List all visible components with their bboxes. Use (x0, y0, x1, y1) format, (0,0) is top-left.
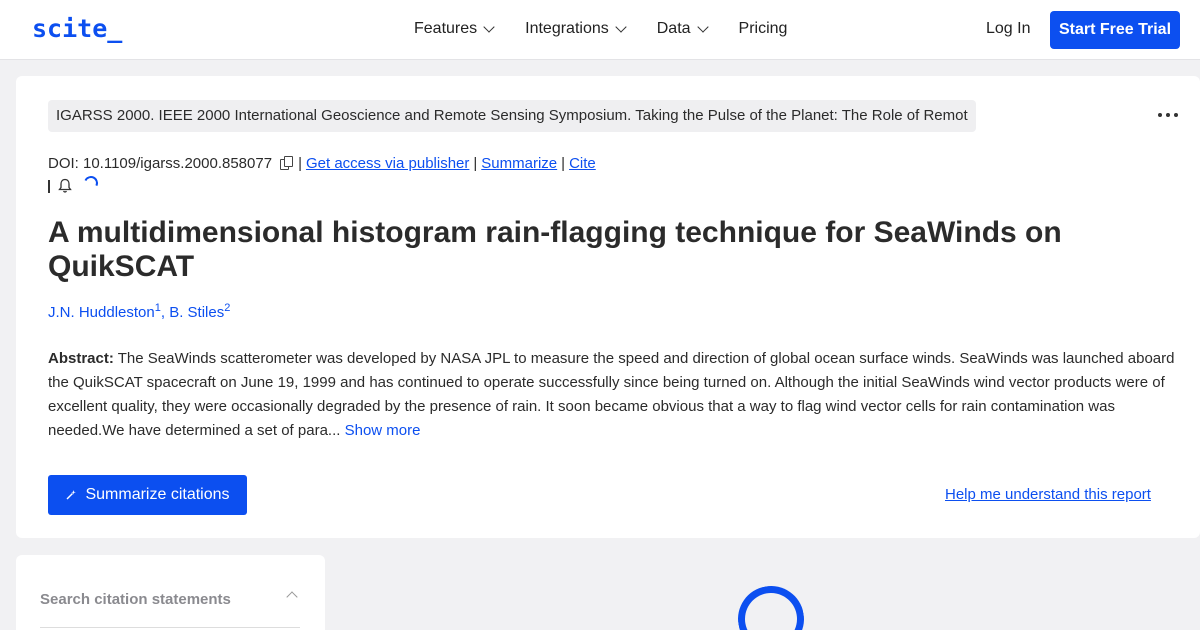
abstract-text: The SeaWinds scatterometer was developed… (48, 350, 1175, 439)
summarize-link[interactable]: Summarize (481, 155, 557, 172)
venue-badge: IGARSS 2000. IEEE 2000 International Geo… (48, 100, 976, 132)
summarize-citations-button[interactable]: Summarize citations (48, 475, 247, 515)
author-list: J.N. Huddleston1, B. Stiles2 (48, 302, 231, 321)
search-citation-heading: Search citation statements (40, 591, 231, 608)
doi-row: DOI: 10.1109/igarss.2000.858077 | Get ac… (48, 155, 596, 172)
nav-data[interactable]: Data (656, 20, 709, 38)
paper-title: A multidimensional histogram rain-flaggi… (48, 216, 1062, 283)
loading-spinner-icon (732, 580, 810, 630)
bell-icon[interactable] (57, 178, 72, 194)
show-more-link[interactable]: Show more (345, 422, 421, 439)
report-card: IGARSS 2000. IEEE 2000 International Geo… (16, 76, 1200, 538)
chevron-down-icon (615, 20, 627, 33)
get-access-link[interactable]: Get access via publisher (306, 155, 469, 172)
chevron-down-icon (483, 20, 495, 33)
main-nav: Features Integrations Data Pricing (414, 20, 819, 38)
nav-data-label: Data (656, 20, 691, 37)
abstract-label: Abstract: (48, 350, 114, 367)
nav-features[interactable]: Features (414, 20, 495, 38)
author-link[interactable]: B. Stiles2 (169, 302, 230, 321)
nav-integrations-label: Integrations (525, 20, 609, 37)
login-link[interactable]: Log In (986, 20, 1030, 38)
doi-text: DOI: 10.1109/igarss.2000.858077 (48, 155, 273, 172)
nav-pricing-label: Pricing (738, 20, 788, 37)
divider (40, 627, 300, 628)
scite-logo[interactable]: scite_ (32, 14, 122, 43)
cite-link[interactable]: Cite (569, 155, 596, 172)
chevron-down-icon (696, 20, 709, 33)
summarize-citations-label: Summarize citations (85, 486, 230, 503)
copy-icon[interactable] (280, 156, 294, 171)
abstract: Abstract: The SeaWinds scatterometer was… (48, 347, 1178, 443)
more-options-icon[interactable] (1158, 113, 1178, 117)
nav-pricing[interactable]: Pricing (739, 20, 788, 38)
help-understand-link[interactable]: Help me understand this report (945, 486, 1151, 503)
nav-features-label: Features (414, 20, 478, 37)
nav-integrations[interactable]: Integrations (525, 20, 627, 38)
alert-row (48, 174, 100, 194)
top-navbar: scite_ Features Integrations Data Pricin… (0, 0, 1200, 60)
chevron-up-icon[interactable] (286, 591, 298, 603)
loading-spinner-icon (81, 174, 100, 192)
magic-wand-icon (66, 490, 77, 500)
start-free-trial-button[interactable]: Start Free Trial (1050, 11, 1180, 49)
citation-search-panel: Search citation statements (16, 555, 325, 630)
author-link[interactable]: J.N. Huddleston1 (48, 302, 161, 321)
divider (48, 179, 50, 193)
